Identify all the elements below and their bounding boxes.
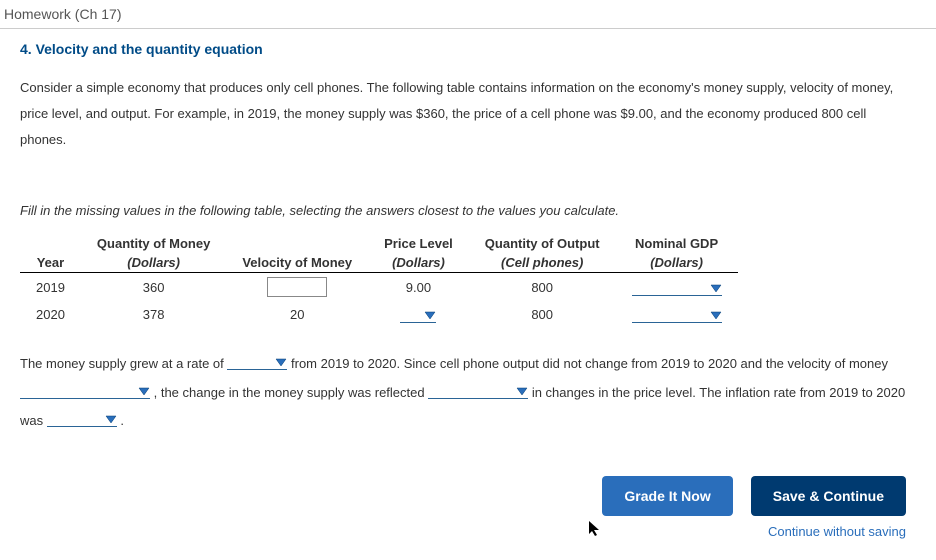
dropdown-icon (710, 284, 722, 294)
header-title: Homework (Ch 17) (4, 6, 121, 22)
cell-velocity: 20 (226, 301, 368, 328)
dropdown-icon (710, 311, 722, 321)
footer-actions: Grade It Now Save & Continue Continue wi… (20, 476, 916, 539)
gdp-dropdown-2019[interactable] (632, 278, 722, 296)
cell-year: 2019 (20, 273, 81, 302)
question-title: 4. Velocity and the quantity equation (20, 41, 916, 57)
cell-output: 800 (469, 301, 616, 328)
velocity-change-dropdown[interactable] (20, 381, 150, 399)
col-velocity-label: Velocity of Money (226, 253, 368, 273)
col-price: Price Level (368, 234, 469, 253)
col-qty-money-sub: (Dollars) (81, 253, 226, 273)
rate-dropdown[interactable] (227, 352, 287, 370)
cell-gdp (616, 301, 738, 328)
dropdown-icon (105, 415, 117, 425)
data-table: Quantity of Money Price Level Quantity o… (20, 234, 738, 328)
col-gdp: Nominal GDP (616, 234, 738, 253)
fill-paragraph: The money supply grew at a rate of from … (20, 350, 916, 436)
table-row: 2019 360 9.00 800 (20, 273, 738, 302)
grade-button[interactable]: Grade It Now (602, 476, 732, 516)
page-header: Homework (Ch 17) (0, 0, 936, 29)
dropdown-icon (275, 358, 287, 368)
col-price-sub: (Dollars) (368, 253, 469, 273)
cell-price (368, 301, 469, 328)
fill-t2: from 2019 to 2020. Since cell phone outp… (287, 356, 888, 371)
col-year (20, 234, 81, 253)
col-qty-money: Quantity of Money (81, 234, 226, 253)
fill-t3: , the change in the money supply was ref… (150, 385, 428, 400)
cell-year: 2020 (20, 301, 81, 328)
cell-gdp (616, 273, 738, 302)
save-column: Save & Continue Continue without saving (751, 476, 906, 539)
dropdown-icon (516, 387, 528, 397)
header-row-1: Quantity of Money Price Level Quantity o… (20, 234, 738, 253)
reflected-dropdown[interactable] (428, 381, 528, 399)
cell-qty-money: 378 (81, 301, 226, 328)
continue-link[interactable]: Continue without saving (768, 524, 906, 539)
header-row-2: Year (Dollars) Velocity of Money (Dollar… (20, 253, 738, 273)
col-velocity (226, 234, 368, 253)
table-row: 2020 378 20 800 (20, 301, 738, 328)
cell-output: 800 (469, 273, 616, 302)
price-dropdown-2020[interactable] (400, 305, 436, 323)
col-gdp-sub: (Dollars) (616, 253, 738, 273)
fill-t5: . (117, 413, 124, 428)
cell-price: 9.00 (368, 273, 469, 302)
instruction-text: Fill in the missing values in the follow… (20, 203, 916, 218)
gdp-dropdown-2020[interactable] (632, 305, 722, 323)
col-output-sub: (Cell phones) (469, 253, 616, 273)
question-content: 4. Velocity and the quantity equation Co… (0, 29, 936, 551)
cell-qty-money: 360 (81, 273, 226, 302)
save-button[interactable]: Save & Continue (751, 476, 906, 516)
fill-t1: The money supply grew at a rate of (20, 356, 227, 371)
col-year-label: Year (20, 253, 81, 273)
dropdown-icon (424, 311, 436, 321)
intro-paragraph: Consider a simple economy that produces … (20, 75, 916, 153)
inflation-dropdown[interactable] (47, 409, 117, 427)
cell-velocity (226, 273, 368, 302)
velocity-input[interactable] (267, 277, 327, 297)
dropdown-icon (138, 387, 150, 397)
col-output: Quantity of Output (469, 234, 616, 253)
